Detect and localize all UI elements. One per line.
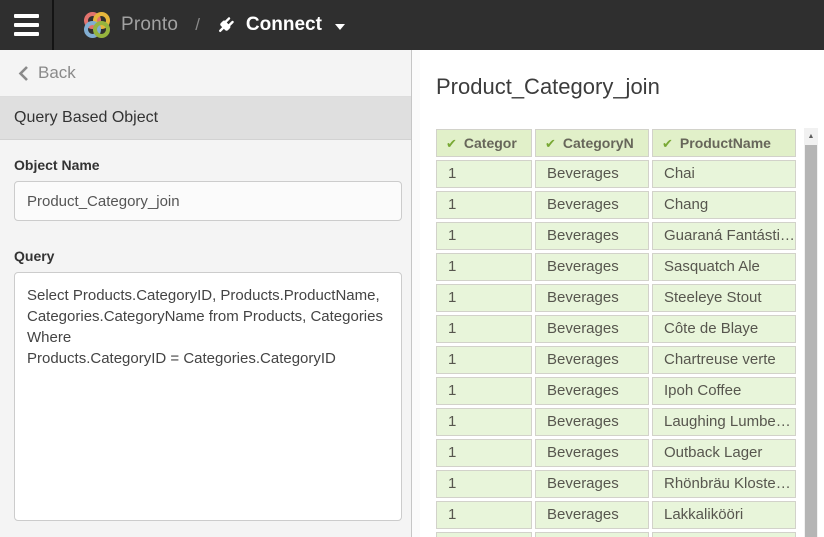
chevron-down-icon xyxy=(335,24,345,30)
cell-category-id: 1 xyxy=(436,253,532,281)
table-row: 1 Beverages Ipoh Coffee xyxy=(436,377,797,405)
column-label: ProductName xyxy=(680,135,771,151)
table-row: 1 Beverages Chartreuse verte xyxy=(436,346,797,374)
hamburger-bar xyxy=(14,14,39,18)
cell-product-name: Chartreuse verte xyxy=(652,346,796,374)
connect-label: Connect xyxy=(246,14,322,36)
cell-product-name: Lakkalikööri xyxy=(652,501,796,529)
cell-category-id: 1 xyxy=(436,501,532,529)
cell-category-name: Beverages xyxy=(535,191,649,219)
cell-category-id: 1 xyxy=(436,439,532,467)
table-row: 1 Beverages Laughing Lumberjack Lager xyxy=(436,408,797,436)
table-rows: 1 Beverages Chai 1 Beverages Chang 1 Bev… xyxy=(436,160,797,537)
table-row: 1 Beverages Lakkalikööri xyxy=(436,501,797,529)
table-row: 1 Beverages Outback Lager xyxy=(436,439,797,467)
cell-category-id: 1 xyxy=(436,160,532,188)
column-label: Categor xyxy=(464,135,517,151)
table-row: 1 Beverages Chai xyxy=(436,160,797,188)
column-header-categoryname[interactable]: ✔ CategoryN xyxy=(535,129,649,157)
table-row: 1 Beverages Rhönbräu Klosterbier xyxy=(436,470,797,498)
cell-category-name: Beverages xyxy=(535,408,649,436)
hamburger-bar xyxy=(14,23,39,27)
cell-category-name: Beverages xyxy=(535,284,649,312)
section-title: Query Based Object xyxy=(14,109,158,127)
cell-category-name: Beverages xyxy=(535,501,649,529)
cell-category-id: 1 xyxy=(436,284,532,312)
cell-product-name xyxy=(652,532,796,537)
cell-product-name: Guaraná Fantástica xyxy=(652,222,796,250)
cell-product-name: Ipoh Coffee xyxy=(652,377,796,405)
cell-category-name: Beverages xyxy=(535,222,649,250)
cell-product-name: Chang xyxy=(652,191,796,219)
cell-category-name: Beverages xyxy=(535,346,649,374)
cell-product-name: Sasquatch Ale xyxy=(652,253,796,281)
cell-category-name: Beverages xyxy=(535,315,649,343)
section-header: Query Based Object xyxy=(0,97,411,140)
brand-link[interactable]: Pronto xyxy=(83,11,178,39)
cell-category-name: Beverages xyxy=(535,253,649,281)
cell-product-name: Côte de Blaye xyxy=(652,315,796,343)
cell-product-name: Steeleye Stout xyxy=(652,284,796,312)
scrollbar-up-arrow[interactable]: ▲ xyxy=(804,128,818,145)
top-bar: Pronto / Connect xyxy=(0,0,824,50)
hamburger-bar xyxy=(14,32,39,36)
cell-category-name xyxy=(535,532,649,537)
cell-product-name: Chai xyxy=(652,160,796,188)
table-scrollbar[interactable]: ▲ xyxy=(804,128,818,537)
table-row: 1 Beverages Steeleye Stout xyxy=(436,284,797,312)
results-table: ✔ Categor ✔ CategoryN ✔ ProductName 1 Be… xyxy=(436,129,797,537)
cell-category-name: Beverages xyxy=(535,377,649,405)
left-panel: Back Query Based Object Object Name Quer… xyxy=(0,50,412,537)
preview-panel: Product_Category_join ✔ Categor ✔ Catego… xyxy=(420,50,824,537)
cell-category-id: 1 xyxy=(436,408,532,436)
main-area: Back Query Based Object Object Name Quer… xyxy=(0,50,824,537)
table-row: 1 Beverages Guaraná Fantástica xyxy=(436,222,797,250)
column-label: CategoryN xyxy=(563,135,634,151)
query-input[interactable]: Select Products.CategoryID, Products.Pro… xyxy=(14,272,402,521)
check-icon: ✔ xyxy=(545,137,556,150)
cell-product-name: Outback Lager xyxy=(652,439,796,467)
cell-category-id: 1 xyxy=(436,222,532,250)
cell-category-id xyxy=(436,532,532,537)
table-row: 1 Beverages Chang xyxy=(436,191,797,219)
cell-category-name: Beverages xyxy=(535,439,649,467)
table-row xyxy=(436,532,797,537)
object-name-label: Object Name xyxy=(14,157,401,173)
left-panel-scrollbar[interactable] xyxy=(412,50,420,537)
cell-category-id: 1 xyxy=(436,191,532,219)
table-row: 1 Beverages Côte de Blaye xyxy=(436,315,797,343)
menu-hamburger-button[interactable] xyxy=(0,0,54,50)
cell-category-id: 1 xyxy=(436,315,532,343)
cell-category-name: Beverages xyxy=(535,160,649,188)
connect-menu[interactable]: Connect xyxy=(215,14,345,36)
column-header-productname[interactable]: ✔ ProductName xyxy=(652,129,796,157)
chevron-left-icon xyxy=(18,65,29,82)
cell-product-name: Laughing Lumberjack Lager xyxy=(652,408,796,436)
cell-category-id: 1 xyxy=(436,377,532,405)
column-header-categoryid[interactable]: ✔ Categor xyxy=(436,129,532,157)
breadcrumb-separator: / xyxy=(195,15,200,35)
query-object-form: Object Name Query Select Products.Catego… xyxy=(0,140,411,526)
back-label: Back xyxy=(38,63,76,83)
table-header-row: ✔ Categor ✔ CategoryN ✔ ProductName xyxy=(436,129,797,157)
scrollbar-thumb[interactable] xyxy=(805,145,817,537)
pronto-logo-icon xyxy=(83,11,111,39)
table-row: 1 Beverages Sasquatch Ale xyxy=(436,253,797,281)
check-icon: ✔ xyxy=(662,137,673,150)
brand-name: Pronto xyxy=(121,14,178,36)
cell-category-name: Beverages xyxy=(535,470,649,498)
plug-icon xyxy=(215,15,236,36)
object-name-input[interactable] xyxy=(14,181,402,221)
cell-category-id: 1 xyxy=(436,470,532,498)
cell-category-id: 1 xyxy=(436,346,532,374)
cell-product-name: Rhönbräu Klosterbier xyxy=(652,470,796,498)
query-label: Query xyxy=(14,248,401,264)
check-icon: ✔ xyxy=(446,137,457,150)
preview-title: Product_Category_join xyxy=(436,74,824,100)
back-button[interactable]: Back xyxy=(0,50,411,97)
